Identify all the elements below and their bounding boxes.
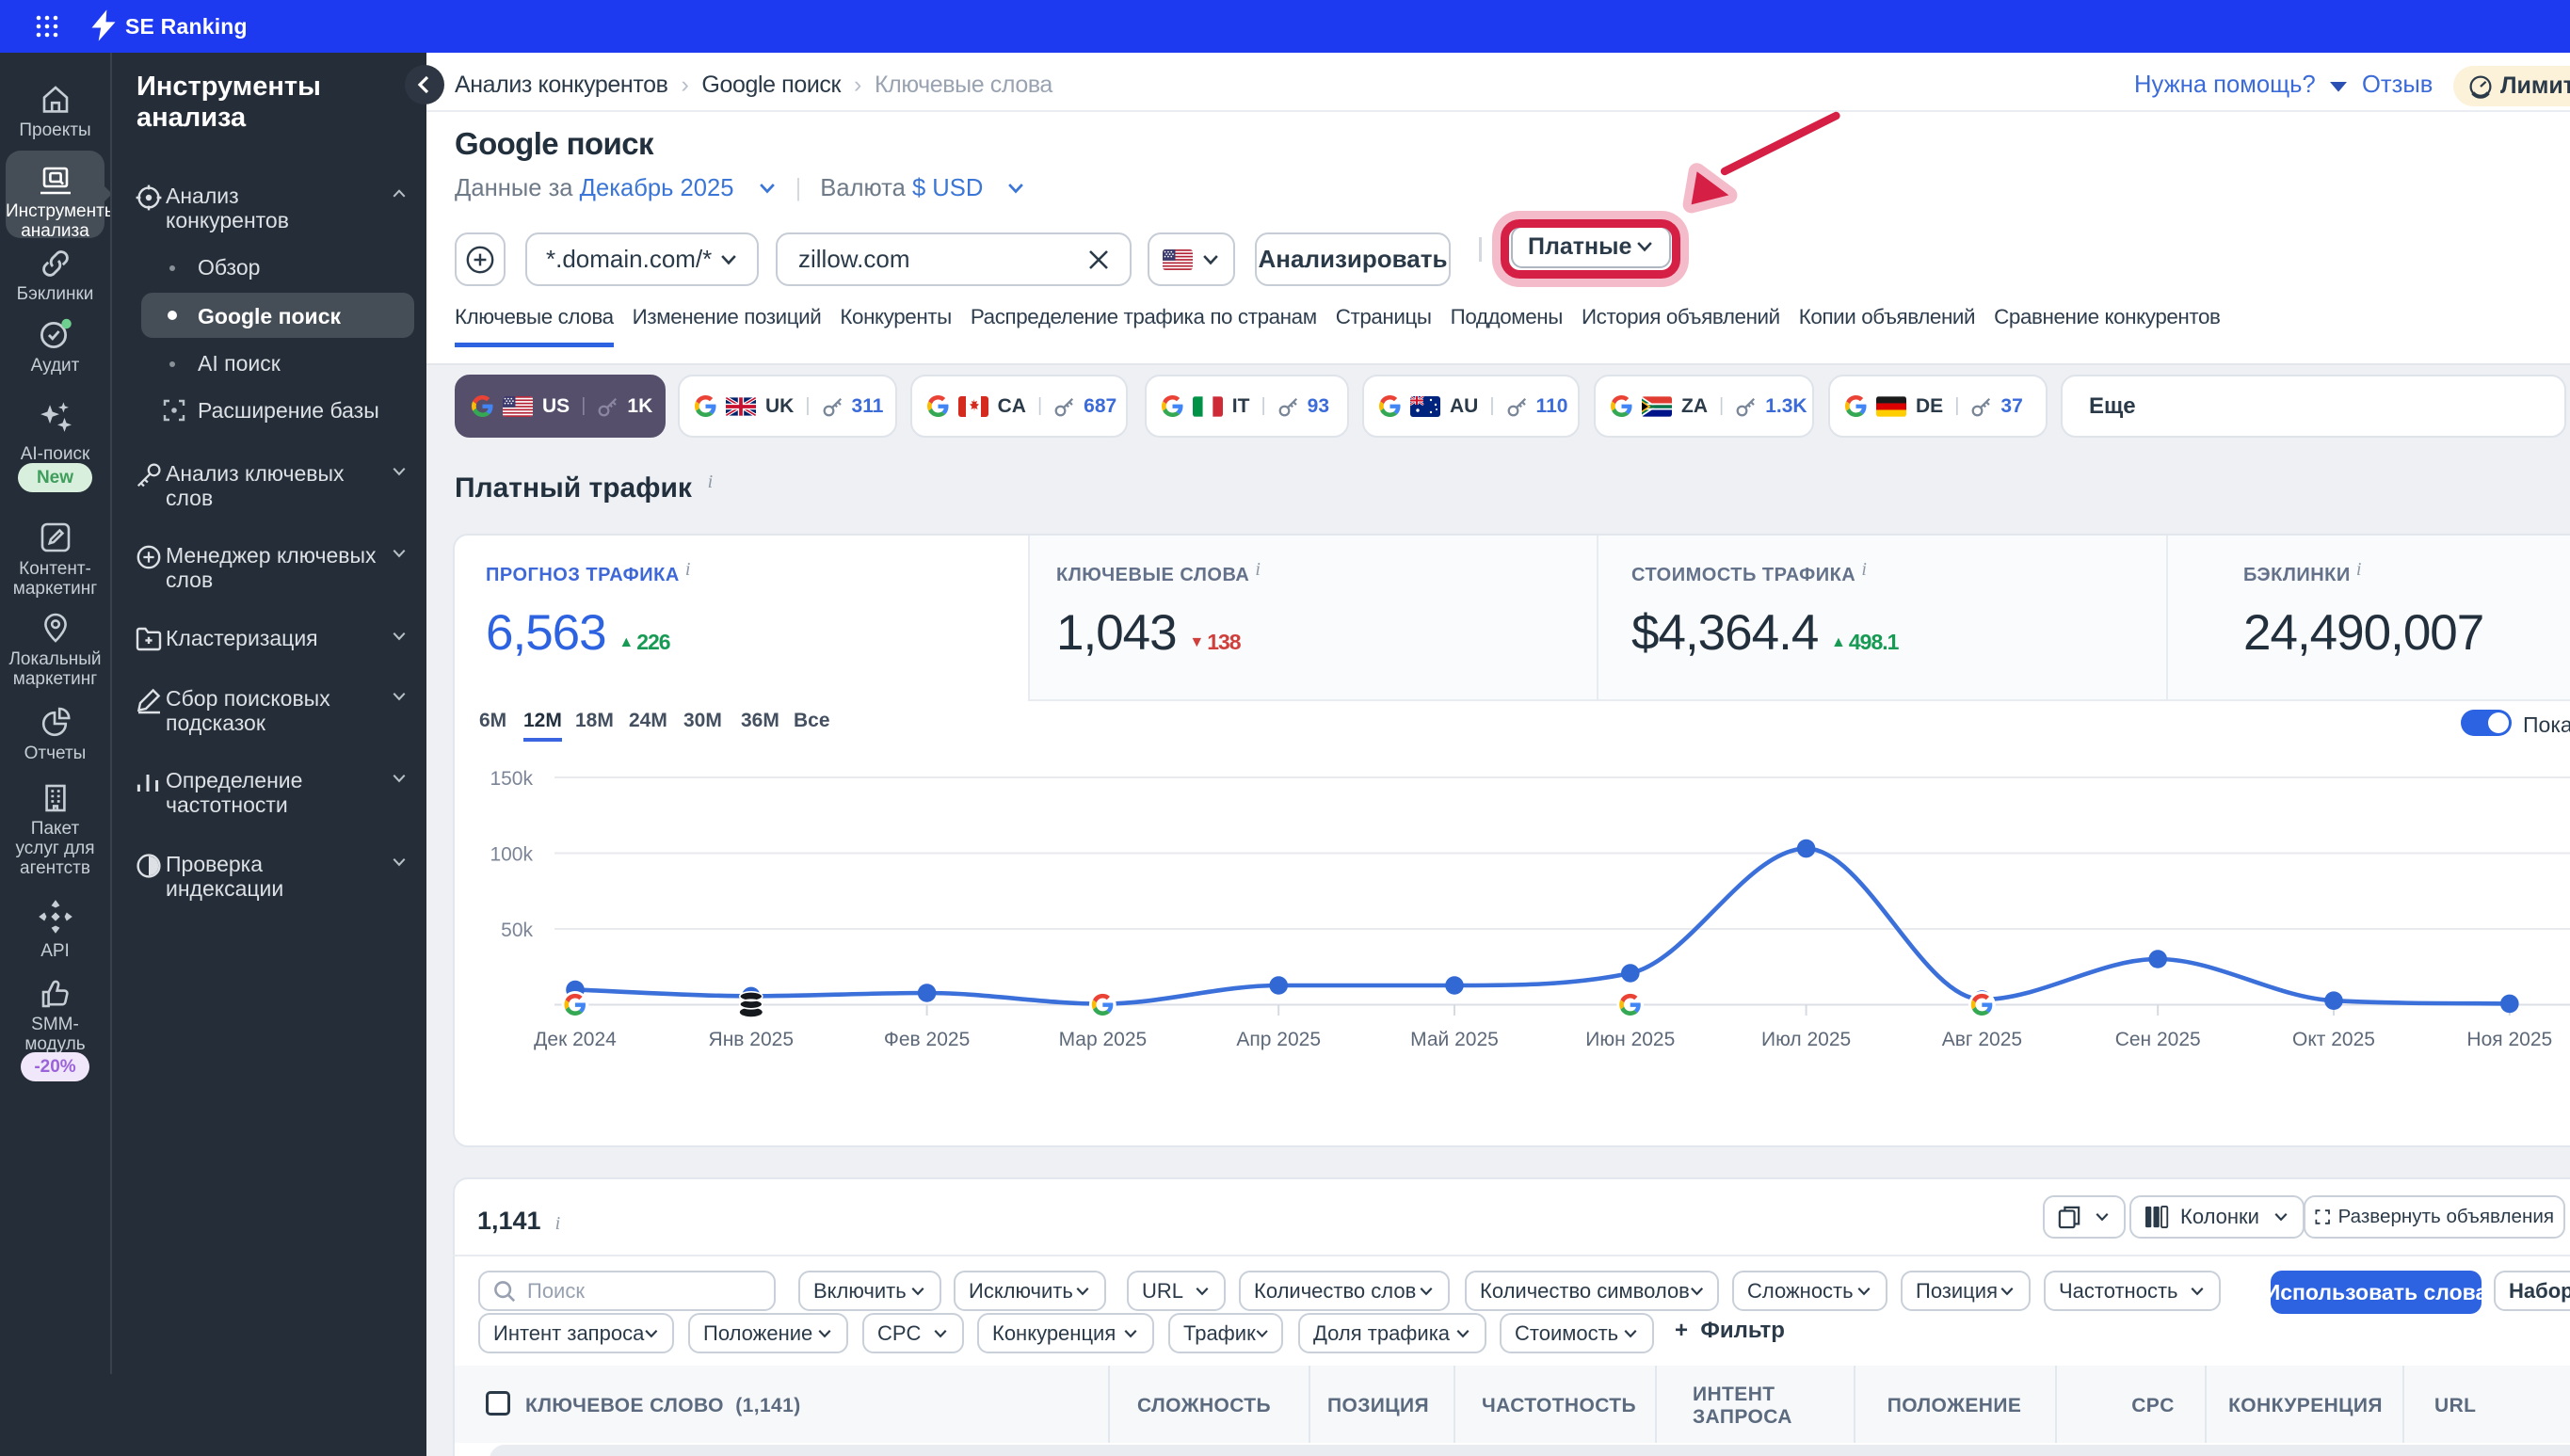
svg-text:Мар 2025: Мар 2025	[1059, 1029, 1148, 1050]
svg-text:Авг 2025: Авг 2025	[1942, 1029, 2022, 1050]
svg-text:Июл 2025: Июл 2025	[1761, 1029, 1851, 1050]
svg-text:Ноя 2025: Ноя 2025	[2466, 1029, 2552, 1050]
svg-text:Фев 2025: Фев 2025	[884, 1029, 970, 1050]
svg-text:Сен 2025: Сен 2025	[2115, 1029, 2201, 1050]
svg-text:Май 2025: Май 2025	[1410, 1029, 1499, 1050]
svg-text:Апр 2025: Апр 2025	[1236, 1029, 1321, 1050]
svg-text:100k: 100k	[490, 844, 533, 866]
svg-text:Дек 2024: Дек 2024	[534, 1029, 617, 1050]
svg-text:Окт 2025: Окт 2025	[2292, 1029, 2375, 1050]
svg-text:Июн 2025: Июн 2025	[1585, 1029, 1675, 1050]
svg-text:Янв 2025: Янв 2025	[709, 1029, 794, 1050]
svg-text:50k: 50k	[501, 920, 533, 941]
svg-text:150k: 150k	[490, 768, 533, 790]
